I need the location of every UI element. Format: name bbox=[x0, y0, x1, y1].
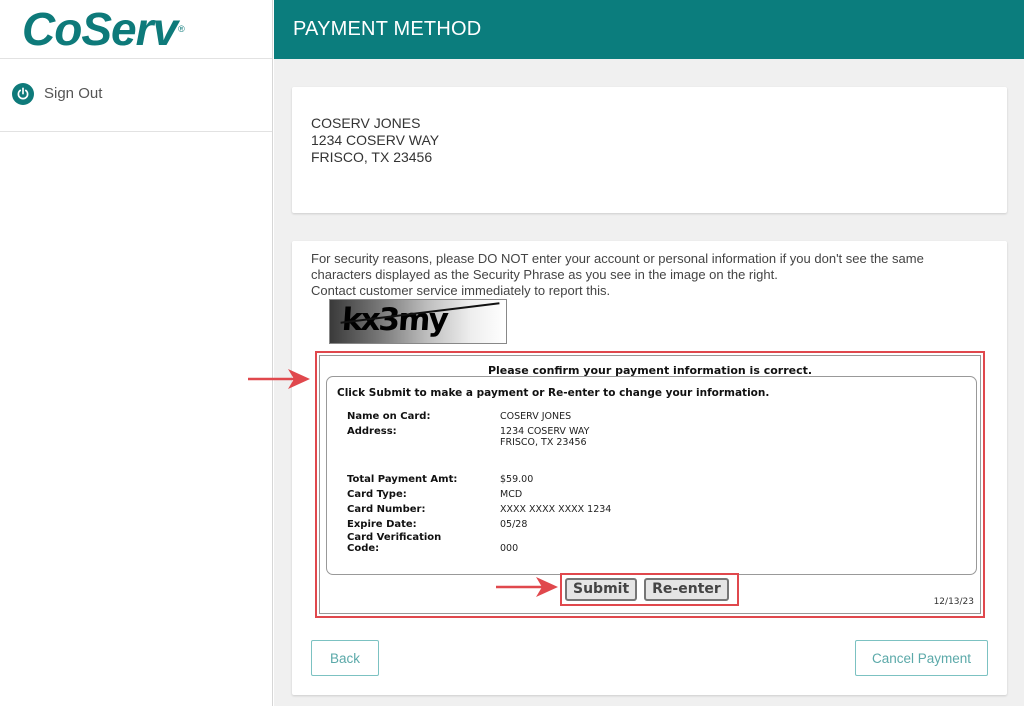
annotation-arrow-icon bbox=[496, 577, 558, 597]
submit-button[interactable]: Submit bbox=[565, 578, 638, 601]
address-value-line1: 1234 COSERV WAY bbox=[500, 426, 590, 437]
security-message: For security reasons, please DO NOT ente… bbox=[311, 251, 924, 282]
logo[interactable]: CoServ ® bbox=[0, 0, 272, 59]
main-content: PAYMENT METHOD COSERV JONES 1234 COSERV … bbox=[274, 0, 1024, 706]
cvc-row: Card Verification Code: 000 bbox=[347, 532, 518, 554]
expire-label: Expire Date: bbox=[347, 519, 417, 530]
address-city: FRISCO, TX 23456 bbox=[311, 149, 433, 165]
expire-value: 05/28 bbox=[500, 519, 528, 530]
sign-out-label: Sign Out bbox=[44, 85, 103, 102]
security-phrase-image: kx3my bbox=[329, 299, 507, 344]
amount-label: Total Payment Amt: bbox=[347, 474, 458, 485]
confirm-highlight: Please confirm your payment information … bbox=[315, 351, 985, 618]
address-street: 1234 COSERV WAY bbox=[311, 132, 440, 148]
sign-out-link[interactable]: Sign Out bbox=[0, 59, 272, 132]
card-number-label: Card Number: bbox=[347, 504, 426, 515]
registered-mark: ® bbox=[178, 24, 185, 34]
annotation-arrow-icon bbox=[248, 369, 310, 389]
confirm-hint: Click Submit to make a payment or Re-ent… bbox=[337, 387, 770, 399]
logo-text: CoServ bbox=[22, 3, 178, 55]
buttons-highlight: Submit Re-enter bbox=[560, 573, 739, 606]
name-row: Name on Card: COSERV JONES bbox=[347, 411, 571, 422]
card-number-value: XXXX XXXX XXXX 1234 bbox=[500, 504, 612, 515]
address-row: Address: 1234 COSERV WAY FRISCO, TX 2345… bbox=[347, 426, 589, 448]
back-button[interactable]: Back bbox=[311, 640, 379, 676]
cvc-label-line2: Code: bbox=[347, 543, 380, 554]
page-title: PAYMENT METHOD bbox=[293, 18, 482, 40]
name-label: Name on Card: bbox=[347, 411, 431, 422]
date-stamp: 12/13/23 bbox=[933, 597, 974, 607]
cvc-value: 000 bbox=[500, 543, 519, 554]
sidebar: CoServ ® Sign Out bbox=[0, 0, 273, 706]
expire-row: Expire Date: 05/28 bbox=[347, 519, 527, 530]
name-value: COSERV JONES bbox=[500, 411, 572, 422]
security-contact: Contact customer service immediately to … bbox=[311, 283, 611, 298]
confirm-panel: Please confirm your payment information … bbox=[319, 355, 981, 614]
address-value-line2: FRISCO, TX 23456 bbox=[500, 437, 587, 448]
address-label: Address: bbox=[347, 426, 397, 437]
card-number-row: Card Number: XXXX XXXX XXXX 1234 bbox=[347, 504, 611, 515]
payment-card: For security reasons, please DO NOT ente… bbox=[292, 241, 1007, 695]
amount-row: Total Payment Amt: $59.00 bbox=[347, 474, 533, 485]
cancel-payment-button[interactable]: Cancel Payment bbox=[855, 640, 988, 676]
amount-value: $59.00 bbox=[500, 474, 534, 485]
reenter-button[interactable]: Re-enter bbox=[644, 578, 729, 601]
address-name: COSERV JONES bbox=[311, 115, 421, 131]
card-type-row: Card Type: MCD bbox=[347, 489, 522, 500]
card-type-value: MCD bbox=[500, 489, 523, 500]
header-bar: PAYMENT METHOD bbox=[274, 0, 1024, 59]
cvc-label-line1: Card Verification bbox=[347, 532, 442, 543]
power-icon bbox=[12, 83, 34, 105]
card-type-label: Card Type: bbox=[347, 489, 407, 500]
confirm-details: Click Submit to make a payment or Re-ent… bbox=[326, 376, 977, 575]
address-card: COSERV JONES 1234 COSERV WAY FRISCO, TX … bbox=[292, 87, 1007, 213]
